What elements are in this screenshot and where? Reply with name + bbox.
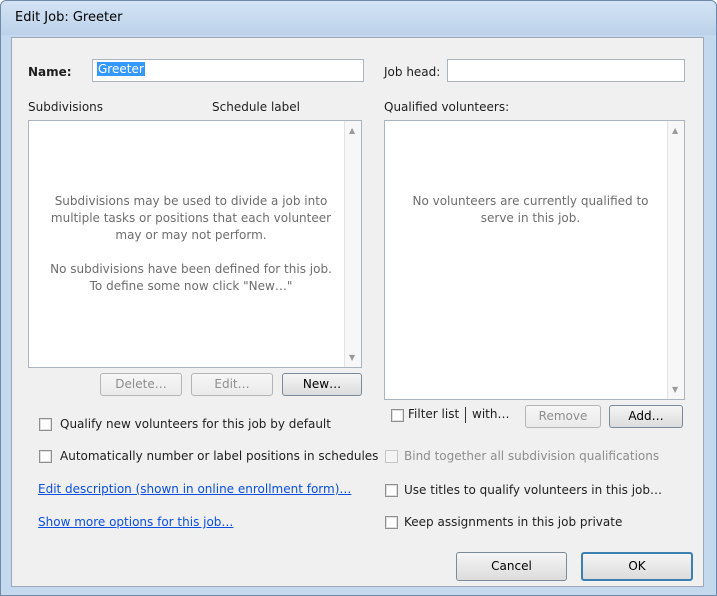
show-more-options-link[interactable]: Show more options for this job… (38, 515, 233, 529)
subdivisions-empty-text-1: Subdivisions may be used to divide a job… (50, 194, 332, 242)
name-field[interactable]: Greeter (92, 59, 364, 82)
scroll-up-icon[interactable]: ▲ (349, 126, 355, 135)
scroll-up-icon[interactable]: ▲ (672, 126, 678, 135)
add-volunteer-button[interactable]: Add… (609, 405, 683, 428)
cancel-button[interactable]: Cancel (456, 552, 567, 581)
edit-subdivision-button[interactable]: Edit… (191, 373, 273, 396)
qualified-scrollbar[interactable]: ▲ ▼ (667, 121, 684, 399)
filter-list-label: Filter list (408, 407, 460, 421)
delete-subdivision-button[interactable]: Delete… (100, 373, 182, 396)
new-subdivision-button[interactable]: New… (282, 373, 362, 396)
use-titles-label: Use titles to qualify volunteers in this… (404, 483, 663, 497)
remove-volunteer-button[interactable]: Remove (525, 405, 601, 428)
qualified-empty-text: No volunteers are currently qualified to… (412, 194, 649, 225)
auto-number-checkbox[interactable] (39, 450, 52, 463)
job-head-field[interactable] (447, 59, 685, 82)
title-bar[interactable]: Edit Job: Greeter (1, 1, 716, 35)
window-title: Edit Job: Greeter (15, 10, 123, 25)
edit-description-link[interactable]: Edit description (shown in online enroll… (38, 482, 351, 496)
scroll-down-icon[interactable]: ▼ (672, 385, 678, 394)
bind-together-label: Bind together all subdivision qualificat… (404, 449, 660, 463)
qualified-volunteers-list[interactable]: ▲ ▼ No volunteers are currently qualifie… (384, 120, 685, 400)
keep-private-checkbox[interactable] (385, 516, 398, 529)
ok-button[interactable]: OK (581, 552, 693, 581)
auto-number-label: Automatically number or label positions … (60, 449, 379, 463)
dialog-body: Name: Greeter Job head: Subdivisions Sch… (11, 37, 704, 587)
job-head-label: Job head: (384, 65, 441, 79)
qualify-new-checkbox[interactable] (39, 418, 52, 431)
filter-with-link[interactable]: with… (472, 407, 509, 421)
qualify-new-label: Qualify new volunteers for this job by d… (60, 417, 331, 431)
subdivisions-scrollbar[interactable]: ▲ ▼ (344, 121, 361, 367)
scroll-down-icon[interactable]: ▼ (349, 353, 355, 362)
dialog-window: Edit Job: Greeter Name: Greeter Job head… (0, 0, 717, 596)
subdivisions-list[interactable]: ▲ ▼ Subdivisions may be used to divide a… (28, 120, 362, 368)
bind-together-checkbox[interactable] (385, 450, 398, 463)
use-titles-checkbox[interactable] (385, 484, 398, 497)
name-label: Name: (28, 65, 72, 79)
subdivisions-header: Subdivisions (28, 100, 104, 114)
qualified-volunteers-header: Qualified volunteers: (384, 100, 510, 114)
filter-list-checkbox[interactable] (391, 409, 404, 422)
subdivisions-empty-text-2: No subdivisions have been defined for th… (50, 262, 332, 293)
schedule-label-header: Schedule label (212, 100, 300, 114)
keep-private-label: Keep assignments in this job private (404, 515, 623, 529)
filter-separator (465, 407, 466, 423)
name-value: Greeter (97, 62, 145, 76)
